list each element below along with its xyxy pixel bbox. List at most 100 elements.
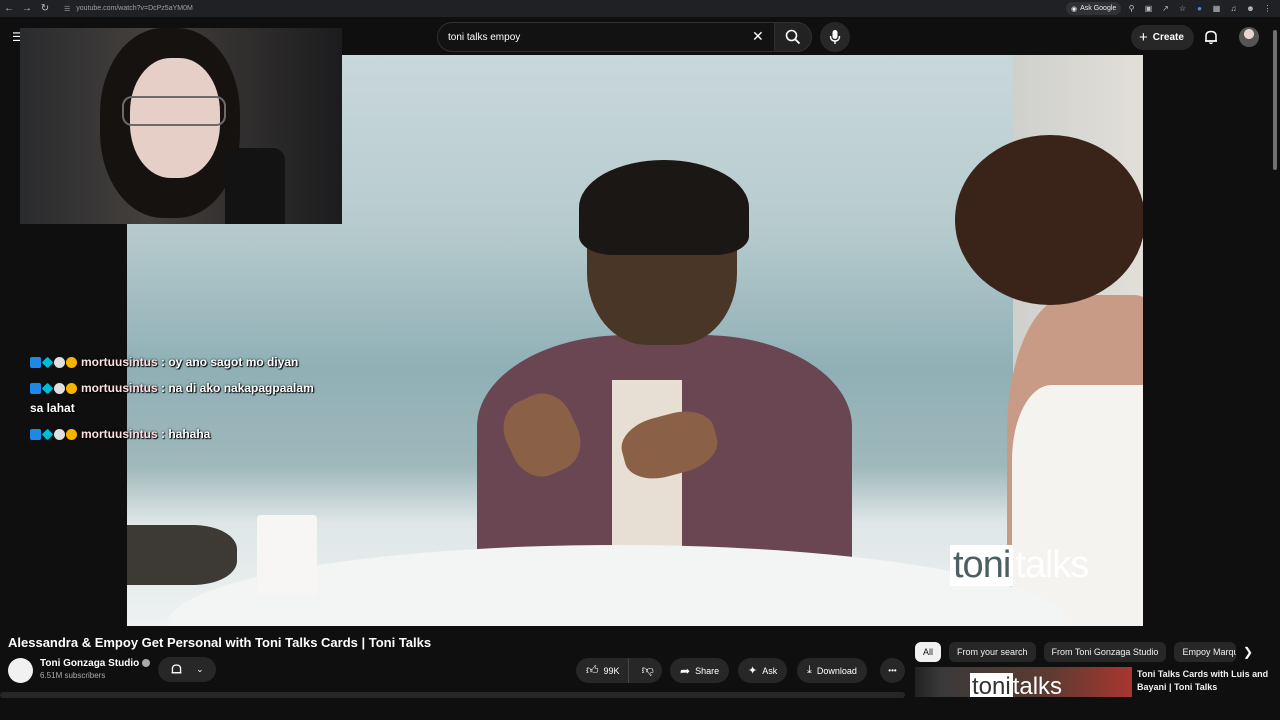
watermark-talks: talks	[1015, 544, 1089, 586]
account-avatar[interactable]	[1239, 27, 1259, 47]
more-actions-button[interactable]: •••	[880, 658, 905, 683]
page-scrollbar[interactable]	[1273, 30, 1277, 170]
thumb-toni: toni	[970, 673, 1013, 697]
webcam-glasses	[122, 96, 226, 126]
chrome-menu-icon[interactable]: ⋮	[1262, 4, 1273, 13]
gem-badge-icon	[41, 428, 54, 441]
video-title: Alessandra & Empoy Get Personal with Ton…	[8, 635, 432, 650]
like-dislike-group: 👍︎ 99K 👎︎	[576, 658, 662, 683]
video-card-box	[257, 515, 317, 595]
download-button[interactable]: ⤓ Download	[797, 658, 867, 683]
address-url: youtube.com/watch?v=DcPz5aYM0M	[76, 5, 193, 12]
search-icon	[785, 29, 801, 45]
bell-icon	[171, 664, 182, 674]
coin-badge-icon	[66, 357, 77, 369]
coin-badge-icon	[66, 429, 77, 441]
channel-name-link[interactable]: Toni Gonzaga Studio	[40, 658, 151, 669]
share-label: Share	[695, 665, 720, 676]
zoom-icon[interactable]: ⚲	[1126, 4, 1137, 13]
video-left-arm	[127, 525, 237, 585]
chat-text: : oy ano sagot mo diyan	[161, 355, 299, 369]
share-button[interactable]: ➦ Share	[670, 658, 730, 683]
chat-text: : hahaha	[161, 427, 211, 441]
chat-badges	[30, 382, 77, 395]
chat-username: mortuusintus	[81, 427, 158, 441]
channel-name: Toni Gonzaga Studio	[40, 658, 140, 669]
chat-badges	[30, 356, 77, 369]
gem-badge-icon	[41, 356, 54, 369]
sparkle-icon: ✦	[748, 665, 758, 677]
webcam-overlay	[20, 28, 342, 224]
subscription-notifications-button[interactable]: ⌄	[158, 657, 216, 682]
install-icon[interactable]: ▣	[1143, 4, 1154, 13]
recommended-video-thumbnail[interactable]: tonitalks	[915, 667, 1132, 697]
microphone-icon	[829, 30, 841, 44]
prime-badge-icon	[30, 357, 41, 369]
video-host-hair	[955, 135, 1143, 305]
recommended-video-title[interactable]: Toni Talks Cards with Luis and Bayani | …	[1137, 668, 1272, 694]
toni-talks-watermark: toni talks	[950, 544, 1089, 586]
prime-badge-icon	[30, 429, 41, 441]
voice-search-button[interactable]	[820, 22, 850, 52]
video-host-top	[1012, 385, 1143, 626]
gear-badge-icon	[54, 383, 65, 395]
subscriber-count: 6.51M subscribers	[40, 671, 106, 680]
extensions-icon[interactable]: ▦	[1211, 4, 1222, 13]
more-icon: •••	[888, 666, 897, 675]
gear-badge-icon	[54, 357, 65, 369]
gem-badge-icon	[41, 382, 54, 395]
ask-button[interactable]: ✦ Ask	[738, 658, 788, 683]
create-label: Create	[1152, 32, 1184, 43]
video-guest-hair	[579, 160, 749, 255]
chip-from-your-search[interactable]: From your search	[949, 642, 1036, 662]
stream-chat-overlay: mortuusintus : oy ano sagot mo diyan mor…	[30, 352, 330, 450]
notifications-button[interactable]	[1203, 29, 1219, 50]
chip-from-channel[interactable]: From Toni Gonzaga Studio	[1043, 642, 1167, 662]
download-label: Download	[816, 665, 857, 676]
chip-all[interactable]: All	[915, 642, 942, 662]
plus-icon: +	[1139, 29, 1148, 46]
description-box-edge[interactable]	[0, 692, 905, 698]
download-icon: ⤓	[807, 664, 812, 676]
share-page-icon[interactable]: ↗	[1160, 4, 1171, 13]
extension-dot-icon[interactable]: ●	[1194, 4, 1205, 13]
chevron-right-icon[interactable]: ❯	[1238, 642, 1258, 662]
watermark-toni: toni	[950, 545, 1014, 586]
profile-icon[interactable]: ☻	[1245, 4, 1256, 13]
gear-badge-icon	[54, 429, 65, 441]
back-icon[interactable]: ←	[0, 0, 18, 17]
clear-search-icon[interactable]: ✕	[752, 29, 764, 43]
chat-message: mortuusintus : oy ano sagot mo diyan	[30, 352, 330, 372]
media-icon[interactable]: ♫	[1228, 4, 1239, 13]
thumbnail-watermark: tonitalks	[970, 673, 1063, 698]
forward-icon[interactable]: →	[18, 0, 36, 17]
channel-avatar[interactable]	[8, 658, 33, 683]
address-bar[interactable]: ☰ youtube.com/watch?v=DcPz5aYM0M	[58, 2, 1063, 15]
bell-icon	[1205, 30, 1217, 45]
chip-empoy-marquez[interactable]: Empoy Marque	[1174, 642, 1237, 662]
ask-google-label: Ask Google	[1080, 5, 1117, 12]
chat-badges	[30, 428, 77, 441]
coin-badge-icon	[66, 383, 77, 395]
search-button[interactable]	[774, 22, 812, 52]
create-button[interactable]: + Create	[1131, 25, 1194, 50]
thumbs-up-icon: 👍︎	[586, 663, 599, 677]
site-info-icon[interactable]: ☰	[64, 5, 70, 13]
like-button[interactable]: 👍︎ 99K	[576, 658, 629, 683]
chat-username: mortuusintus	[81, 355, 158, 369]
verified-icon	[142, 659, 151, 668]
thumbs-down-icon: 👎︎	[641, 663, 654, 677]
prime-badge-icon	[30, 383, 41, 395]
webcam-microphone	[225, 148, 285, 224]
thumb-talks: talks	[1012, 673, 1063, 698]
search-query: toni talks empoy	[448, 31, 521, 43]
browser-actions: ⚲ ▣ ↗ ☆ ● ▦ ♫ ☻ ⋮	[1126, 0, 1273, 17]
search-input[interactable]: toni talks empoy	[437, 22, 781, 52]
bookmark-star-icon[interactable]: ☆	[1177, 4, 1188, 13]
chevron-down-icon: ⌄	[196, 664, 204, 674]
share-arrow-icon: ➦	[680, 663, 691, 678]
dislike-button[interactable]: 👎︎	[634, 663, 662, 678]
ask-google-button[interactable]: ◉ Ask Google	[1066, 2, 1122, 15]
lens-icon: ◉	[1071, 5, 1078, 13]
reload-icon[interactable]: ↻	[36, 0, 54, 17]
